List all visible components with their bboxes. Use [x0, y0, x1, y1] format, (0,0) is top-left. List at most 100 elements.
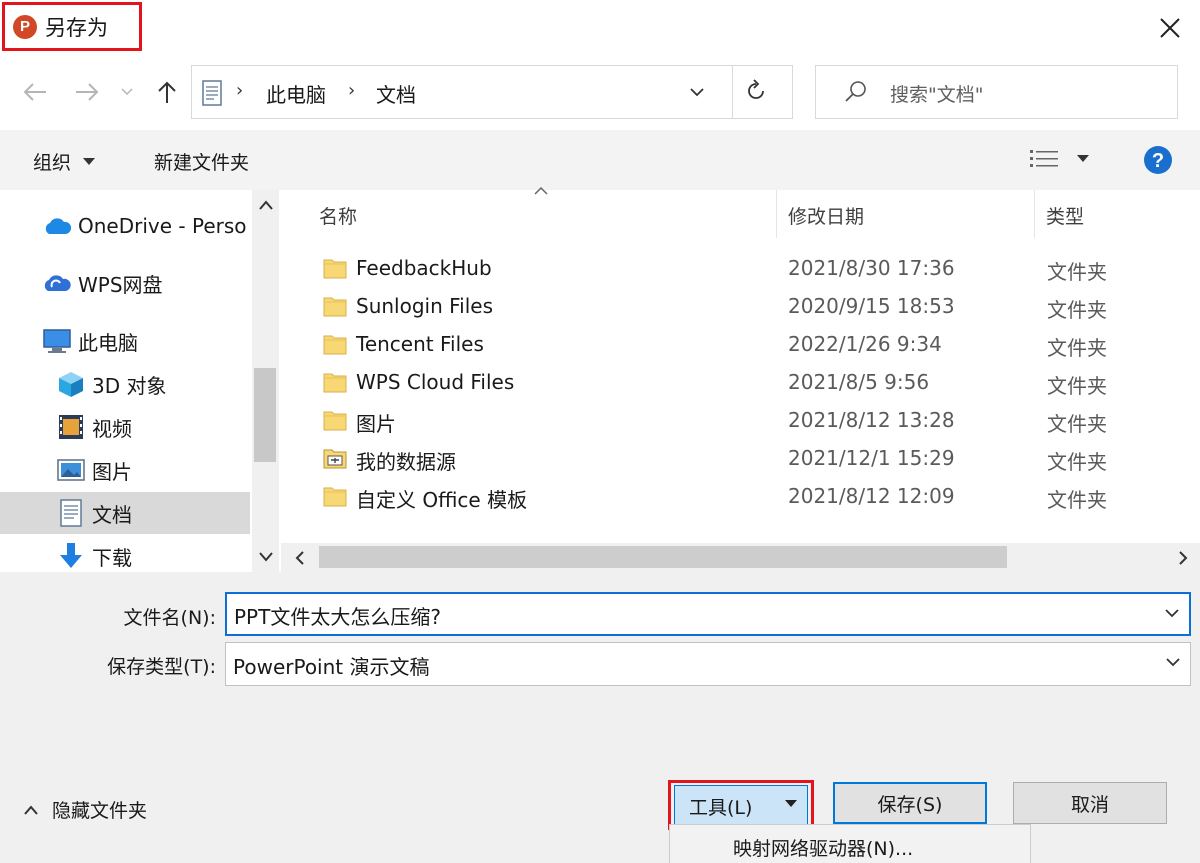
folder-icon	[323, 484, 347, 513]
nav-label: 3D 对象	[92, 373, 167, 398]
navigation-pane: OneDrive - Perso WPS网盘 此电脑 3D 对象 视频 图片 文…	[0, 190, 279, 572]
file-type: 文件夹	[1047, 488, 1107, 512]
nav-item-wps-cloud[interactable]: WPS网盘	[0, 262, 250, 304]
close-icon	[1160, 18, 1180, 38]
search-input[interactable]: 搜索"文档"	[815, 65, 1178, 119]
table-row[interactable]: FeedbackHub 2021/8/30 17:36 文件夹	[281, 250, 1200, 288]
chevron-up-icon	[24, 804, 38, 815]
tools-menu: 映射网络驱动器(N)...	[669, 824, 1031, 863]
horizontal-scroll-thumb[interactable]	[319, 546, 1007, 568]
video-icon	[56, 412, 86, 442]
nav-label: 图片	[92, 459, 132, 484]
scroll-left-icon[interactable]	[295, 551, 305, 565]
nav-item-3d-objects[interactable]: 3D 对象	[0, 363, 250, 405]
documents-icon	[202, 80, 222, 106]
3d-objects-icon	[56, 369, 86, 399]
breadcrumb-documents[interactable]: 文档	[376, 79, 416, 108]
address-dropdown-icon[interactable]	[688, 83, 706, 101]
column-divider[interactable]	[1034, 190, 1035, 238]
hide-folders-label: 隐藏文件夹	[52, 800, 148, 822]
column-header-type[interactable]: 类型	[1046, 202, 1084, 229]
scroll-up-icon[interactable]	[259, 200, 273, 210]
organize-label: 组织	[33, 152, 72, 174]
wps-cloud-icon	[42, 268, 72, 298]
file-name: 自定义 Office 模板	[356, 488, 528, 512]
save-button[interactable]: 保存(S)	[833, 782, 987, 824]
scroll-right-icon[interactable]	[1178, 551, 1188, 565]
arrow-up-icon	[158, 81, 176, 103]
scroll-down-icon[interactable]	[259, 552, 273, 562]
download-icon	[56, 541, 86, 571]
horizontal-scrollbar[interactable]	[281, 543, 1200, 572]
file-date: 2021/8/30 17:36	[788, 256, 955, 280]
table-row[interactable]: Tencent Files 2022/1/26 9:34 文件夹	[281, 326, 1200, 364]
folder-icon	[323, 370, 347, 399]
forward-button[interactable]	[72, 74, 102, 110]
file-date: 2021/8/12 13:28	[788, 408, 955, 432]
nav-item-pictures[interactable]: 图片	[0, 449, 250, 491]
help-button[interactable]: ?	[1143, 145, 1173, 179]
sort-ascending-icon	[534, 186, 548, 195]
file-name: FeedbackHub	[356, 256, 492, 280]
close-button[interactable]	[1150, 8, 1190, 48]
file-date: 2021/8/12 12:09	[788, 484, 955, 508]
file-date: 2021/8/5 9:56	[788, 370, 930, 394]
breadcrumb-separator-icon: ›	[236, 80, 244, 101]
up-button[interactable]	[152, 74, 182, 110]
back-button[interactable]	[20, 74, 50, 110]
table-row[interactable]: 自定义 Office 模板 2021/8/12 12:09 文件夹	[281, 478, 1200, 516]
organize-button[interactable]: 组织	[33, 148, 96, 175]
refresh-icon[interactable]	[744, 79, 768, 103]
powerpoint-app-icon: P	[13, 14, 37, 39]
column-divider[interactable]	[776, 190, 777, 238]
file-type: 文件夹	[1047, 450, 1107, 474]
filename-input[interactable]: PPT文件太大怎么压缩?	[225, 592, 1191, 636]
filetype-select[interactable]: PowerPoint 演示文稿	[225, 642, 1191, 686]
caret-down-icon	[83, 157, 96, 165]
filename-label: 文件名(N):	[123, 607, 216, 629]
tools-label: 工具(L)	[689, 797, 753, 819]
svg-text:?: ?	[1152, 150, 1164, 172]
nav-item-documents[interactable]: 文档	[0, 492, 250, 534]
folder-icon	[323, 408, 347, 437]
nav-item-this-pc[interactable]: 此电脑	[0, 320, 250, 362]
file-date: 2022/1/26 9:34	[788, 332, 942, 356]
file-name: Tencent Files	[356, 332, 484, 356]
column-header-name[interactable]: 名称	[319, 202, 357, 229]
nav-scrollbar[interactable]	[252, 190, 279, 572]
window-title: 另存为	[45, 15, 108, 40]
caret-down-icon	[785, 800, 797, 807]
table-row[interactable]: WPS Cloud Files 2021/8/5 9:56 文件夹	[281, 364, 1200, 402]
nav-label: 文档	[92, 502, 132, 527]
tools-button[interactable]: 工具(L)	[674, 785, 808, 825]
file-date: 2021/12/1 15:29	[788, 446, 955, 470]
table-row[interactable]: 图片 2021/8/12 13:28 文件夹	[281, 402, 1200, 440]
nav-scroll-thumb[interactable]	[254, 368, 276, 462]
address-bar[interactable]: › 此电脑 › 文档	[191, 65, 793, 119]
recent-locations-button[interactable]	[116, 74, 138, 110]
nav-item-videos[interactable]: 视频	[0, 406, 250, 448]
column-header-date[interactable]: 修改日期	[788, 202, 864, 229]
nav-label: 视频	[92, 416, 132, 441]
chevron-down-icon[interactable]	[1163, 604, 1181, 622]
table-row[interactable]: 我的数据源 2021/12/1 15:29 文件夹	[281, 440, 1200, 478]
folder-icon	[323, 294, 347, 323]
map-network-drive-menu-item[interactable]: 映射网络驱动器(N)...	[733, 834, 913, 861]
arrow-right-icon	[76, 83, 99, 101]
file-list: 名称 修改日期 类型 FeedbackHub 2021/8/30 17:36 文件夹…	[281, 186, 1200, 572]
nav-item-downloads[interactable]: 下载	[0, 535, 250, 572]
chevron-down-icon	[1166, 658, 1180, 667]
breadcrumb-this-pc[interactable]: 此电脑	[266, 79, 326, 108]
cancel-button[interactable]: 取消	[1013, 782, 1167, 824]
address-row: › 此电脑 › 文档 搜索"文档"	[0, 56, 1200, 130]
search-icon	[845, 81, 866, 102]
new-folder-button[interactable]: 新建文件夹	[154, 148, 249, 175]
filetype-label: 保存类型(T):	[107, 656, 216, 678]
nav-item-onedrive[interactable]: OneDrive - Perso	[0, 205, 250, 247]
table-row[interactable]: Sunlogin Files 2020/9/15 18:53 文件夹	[281, 288, 1200, 326]
save-options-panel: 文件名(N): PPT文件太大怎么压缩? 保存类型(T): PowerPoint…	[0, 572, 1200, 863]
view-options-button[interactable]	[1029, 148, 1089, 170]
title-bar: P 另存为	[0, 0, 1200, 56]
hide-folders-button[interactable]: 隐藏文件夹	[24, 796, 147, 823]
nav-label: 下载	[92, 545, 132, 570]
